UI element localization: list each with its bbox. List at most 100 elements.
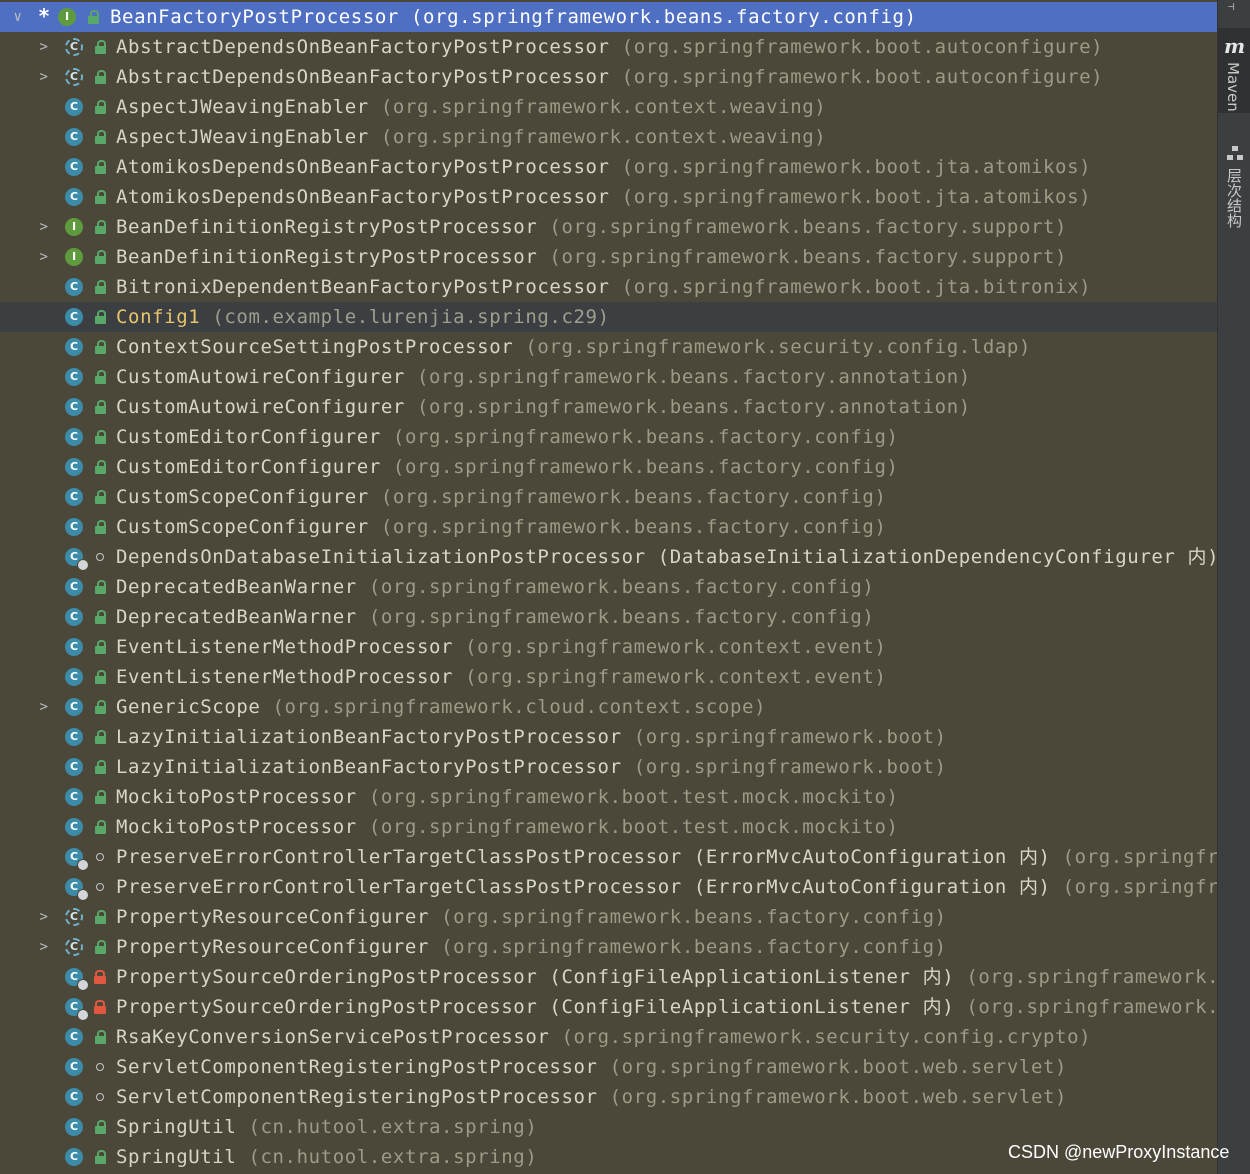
class-name: PropertyResourceConfigurer — [116, 906, 430, 928]
tree-row[interactable]: C ServletComponentRegisteringPostProcesso… — [0, 1052, 1217, 1082]
class-name: DependsOnDatabaseInitializationPostProce… — [116, 546, 646, 568]
public-access-icon — [93, 280, 106, 294]
class-name: ServletComponentRegisteringPostProcessor — [116, 1056, 598, 1078]
tree-row[interactable]: C PreserveErrorControllerTargetClassPostP… — [0, 872, 1217, 902]
tree-row[interactable]: > I BeanDefinitionRegistryPostProcessor (o… — [0, 212, 1217, 242]
chevron-right-icon[interactable]: > — [36, 692, 52, 722]
chevron-right-icon[interactable]: > — [36, 62, 52, 92]
tree-row[interactable]: C AspectJWeavingEnabler (org.springframew… — [0, 92, 1217, 122]
tree-row[interactable]: C CustomAutowireConfigurer (org.springfra… — [0, 362, 1217, 392]
package-name: (org.springframework.boot.test.mock.mock… — [368, 786, 899, 808]
tree-row[interactable]: C SpringUtil (cn.hutool.extra.spring) — [0, 1112, 1217, 1142]
class-name: BitronixDependentBeanFactoryPostProcesso… — [116, 276, 610, 298]
tree-row[interactable]: C DeprecatedBeanWarner (org.springframewo… — [0, 602, 1217, 632]
tree-row[interactable]: > C AbstractDependsOnBeanFactoryPostProces… — [0, 32, 1217, 62]
tree-row[interactable]: > C PropertyResourceConfigurer (org.spring… — [0, 932, 1217, 962]
tree-row[interactable]: C RsaKeyConversionServicePostProcessor (o… — [0, 1022, 1217, 1052]
class-icon: C — [65, 1058, 83, 1076]
package-name: (org.springframework.beans.factory.confi… — [368, 576, 875, 598]
package-access-icon — [93, 1090, 105, 1103]
class-name: AtomikosDependsOnBeanFactoryPostProcesso… — [116, 156, 610, 178]
inner-class-badge-icon — [77, 1009, 89, 1021]
tree-row[interactable]: C AtomikosDependsOnBeanFactoryPostProcess… — [0, 152, 1217, 182]
class-name: DeprecatedBeanWarner — [116, 606, 357, 628]
tree-row[interactable]: C CustomScopeConfigurer (org.springframew… — [0, 512, 1217, 542]
tree-row[interactable]: C ContextSourceSettingPostProcessor (org.… — [0, 332, 1217, 362]
class-icon: C — [65, 488, 83, 506]
class-name: EventListenerMethodProcessor — [116, 636, 454, 658]
package-access-icon — [93, 550, 105, 563]
class-name: ServletComponentRegisteringPostProcessor — [116, 1086, 598, 1108]
package-name: (cn.hutool.extra.spring) — [248, 1116, 538, 1138]
tree-row[interactable]: C LazyInitializationBeanFactoryPostProces… — [0, 752, 1217, 782]
outer-class-name: (ConfigFileApplicationListener 内) — [549, 996, 955, 1018]
package-name: (org.springframework.security.config.cry… — [561, 1026, 1092, 1048]
tree-row[interactable]: C DependsOnDatabaseInitializationPostProc… — [0, 542, 1217, 572]
private-access-icon — [93, 970, 106, 984]
tree-row[interactable]: C MockitoPostProcessor (org.springframewo… — [0, 782, 1217, 812]
class-icon: C — [65, 1028, 83, 1046]
tree-row[interactable]: C Config1 (com.example.lurenjia.spring.c2… — [0, 302, 1217, 332]
tree-root-row[interactable]: ∨ * I BeanFactoryPostProcessor (org.spri… — [0, 2, 1217, 32]
inner-class-badge-icon — [77, 979, 89, 991]
class-icon: C — [65, 758, 83, 776]
class-name: AbstractDependsOnBeanFactoryPostProcesso… — [116, 36, 610, 58]
class-name: CustomScopeConfigurer — [116, 516, 369, 538]
tree-row[interactable]: > C GenericScope (org.springframework.clou… — [0, 692, 1217, 722]
class-icon: C — [65, 458, 83, 476]
chevron-right-icon[interactable]: > — [36, 242, 52, 272]
package-name: (org.springframework.beans.factory.confi… — [392, 456, 899, 478]
tree-row[interactable]: > C AbstractDependsOnBeanFactoryPostProces… — [0, 62, 1217, 92]
class-name: ContextSourceSettingPostProcessor — [116, 336, 514, 358]
tree-row[interactable]: C AtomikosDependsOnBeanFactoryPostProcess… — [0, 182, 1217, 212]
tree-row[interactable]: C CustomScopeConfigurer (org.springframew… — [0, 482, 1217, 512]
class-icon: C — [65, 428, 83, 446]
class-icon: C — [65, 398, 83, 416]
public-access-icon — [93, 1120, 106, 1134]
tree-row[interactable]: C EventListenerMethodProcessor (org.sprin… — [0, 662, 1217, 692]
class-name: DeprecatedBeanWarner — [116, 576, 357, 598]
tree-row[interactable]: C CustomAutowireConfigurer (org.springfra… — [0, 392, 1217, 422]
tree-row[interactable]: C MockitoPostProcessor (org.springframewo… — [0, 812, 1217, 842]
tree-row[interactable]: C ServletComponentRegisteringPostProcesso… — [0, 1082, 1217, 1112]
hierarchy-tab-label[interactable]: 层次结构 — [1224, 168, 1245, 228]
tree-row[interactable]: C LazyInitializationBeanFactoryPostProces… — [0, 722, 1217, 752]
inner-class-badge-icon — [77, 889, 89, 901]
package-name: (org.springfra — [1062, 876, 1217, 898]
class-icon: C — [65, 518, 83, 536]
tree-row[interactable]: > C PropertyResourceConfigurer (org.spring… — [0, 902, 1217, 932]
tree-row[interactable]: C DeprecatedBeanWarner (org.springframewo… — [0, 572, 1217, 602]
chevron-down-icon[interactable]: ∨ — [10, 2, 26, 32]
tree-row[interactable]: C PropertySourceOrderingPostProcessor (Co… — [0, 992, 1217, 1022]
tree-row[interactable]: C AspectJWeavingEnabler (org.springframew… — [0, 122, 1217, 152]
tree-row[interactable]: C BitronixDependentBeanFactoryPostProcess… — [0, 272, 1217, 302]
maven-tab-label[interactable]: Maven — [1224, 62, 1242, 112]
tree-row[interactable]: > I BeanDefinitionRegistryPostProcessor (o… — [0, 242, 1217, 272]
tree-row[interactable]: C PreserveErrorControllerTargetClassPostP… — [0, 842, 1217, 872]
package-name: (org.springframework.beans.factory.confi… — [380, 486, 887, 508]
public-access-icon — [93, 610, 106, 624]
chevron-right-icon[interactable]: > — [36, 902, 52, 932]
package-name: (cn.hutool.extra.spring) — [248, 1146, 538, 1168]
tree-row[interactable]: C EventListenerMethodProcessor (org.sprin… — [0, 632, 1217, 662]
public-access-icon — [93, 370, 106, 384]
chevron-right-icon[interactable]: > — [36, 212, 52, 242]
package-name: (org.springframework.context.event) — [465, 666, 887, 688]
tree-row[interactable]: C CustomEditorConfigurer (org.springframe… — [0, 452, 1217, 482]
class-icon: C — [65, 278, 83, 296]
class-icon: C — [65, 728, 83, 746]
tree-row[interactable]: C PropertySourceOrderingPostProcessor (Co… — [0, 962, 1217, 992]
chevron-right-icon[interactable]: > — [36, 32, 52, 62]
chevron-right-icon[interactable]: > — [36, 932, 52, 962]
class-icon: C — [65, 1148, 83, 1166]
base-marker: * — [38, 4, 51, 28]
class-name: EventListenerMethodProcessor — [116, 666, 454, 688]
class-icon: C — [65, 788, 83, 806]
package-name: (org.springframework.cloud.context.scope… — [272, 696, 767, 718]
package-name: (org.springframework.security.config.lda… — [525, 336, 1031, 358]
public-access-icon — [93, 430, 106, 444]
class-name: BeanDefinitionRegistryPostProcessor — [116, 216, 538, 238]
tree-row[interactable]: C CustomEditorConfigurer (org.springframe… — [0, 422, 1217, 452]
public-access-icon — [93, 640, 106, 654]
class-name: Config1 — [116, 306, 201, 328]
